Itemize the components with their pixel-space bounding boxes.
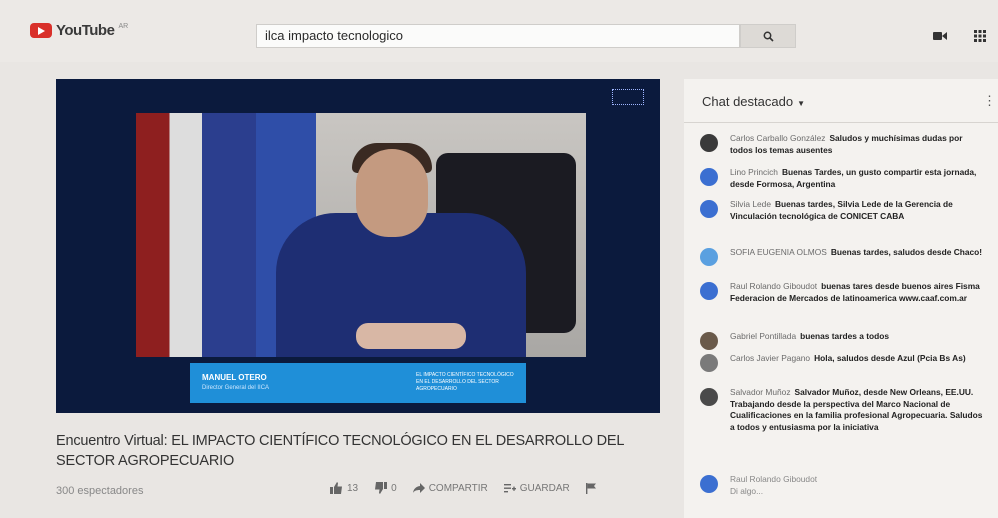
share-icon [412,483,425,493]
more-options-icon[interactable]: ⋮ [983,93,996,109]
chat-author: Silvia Lede [730,199,771,209]
chat-message: SOFIA EUGENIA OLMOS Buenas tardes, saludo… [700,247,986,266]
chat-input-placeholder[interactable]: Di algo... [730,486,817,498]
avatar [700,475,718,493]
apps-grid-icon[interactable] [972,28,988,44]
chevron-down-icon: ▼ [797,99,805,108]
flag-icon [585,482,596,494]
save-label: GUARDAR [519,482,570,494]
report-button[interactable] [585,482,596,494]
like-button[interactable]: 13 [330,482,358,494]
avatar [700,354,718,372]
chat-message: Carlos Carballo González Saludos y muchís… [700,133,986,156]
chat-text: Hola, saludos desde Azul (Pcia Bs As) [814,353,966,363]
top-bar: YouTube AR ilca impacto tecnologico [0,0,998,62]
share-button[interactable]: COMPARTIR [412,482,488,494]
video-player[interactable]: MANUEL OTERO Director General del IICA E… [56,79,660,413]
chat-author: Lino Princich [730,167,778,177]
avatar [700,332,718,350]
current-user-name: Raul Rolando Giboudot [730,474,818,484]
avatar [700,168,718,186]
create-video-icon[interactable] [932,28,948,44]
avatar [700,388,718,406]
chat-author: Salvador Muñoz [730,387,791,397]
speaker-hands [356,323,466,349]
chat-mode-dropdown[interactable]: Chat destacado ▼ [702,94,805,109]
like-count: 13 [347,482,359,494]
speaker-name: MANUEL OTERO [202,373,267,382]
lower-third-banner: MANUEL OTERO Director General del IICA E… [190,363,526,403]
broadcast-logo [612,89,644,105]
dislike-button[interactable]: 0 [374,482,397,494]
chat-message: Lino Princich Buenas Tardes, un gusto com… [700,167,986,190]
avatar [700,248,718,266]
chat-input-area[interactable]: Raul Rolando Giboudot Di algo... [700,474,817,497]
avatar [700,134,718,152]
chat-author: Carlos Carballo González [730,133,826,143]
chat-message: Silvia Lede Buenas tardes, Silvia Lede de… [700,199,986,222]
youtube-logo[interactable]: YouTube AR [30,22,128,39]
video-title: Encuentro Virtual: EL IMPACTO CIENTÍFICO… [56,433,624,469]
video-frame [136,113,586,357]
chat-author: Gabriel Pontillada [730,331,797,341]
flag-graphic [136,113,256,357]
share-label: COMPARTIR [428,482,488,494]
logo-country: AR [118,23,129,30]
thumbs-down-icon [375,482,388,494]
chat-message: Salvador Muñoz Salvador Muñoz, desde New … [700,387,986,433]
chat-author: SOFIA EUGENIA OLMOS [730,247,827,257]
avatar [700,282,718,300]
save-button[interactable]: GUARDAR [503,482,570,494]
speaker-role: Director General del IICA [202,385,270,391]
search-icon [763,31,774,42]
chat-author: Raul Rolando Giboudot [730,281,818,291]
event-caption: EL IMPACTO CIENTÍFICO TECNOLÓGICO EN EL … [416,372,514,392]
dislike-count: 0 [391,482,397,494]
thumbs-up-icon [330,482,342,494]
search-button[interactable] [740,24,796,48]
live-chat-panel: Chat destacado ▼ ⋮ Carlos Carballo Gonzál… [684,79,998,518]
logo-text: YouTube [56,22,115,39]
chat-message: Raul Rolando Giboudot buenas tares desde … [700,281,986,304]
viewer-count: 300 espectadores [56,485,144,497]
add-to-playlist-icon [503,484,516,493]
chat-title: Chat destacado [702,94,794,109]
play-logo-icon [30,23,52,38]
chat-message: Carlos Javier Pagano Hola, saludos desde … [700,353,986,372]
chat-text: buenas tardes a todos [800,331,889,341]
speaker-head [356,149,428,237]
chat-text: Buenas tardes, saludos desde Chaco! [830,247,983,257]
search-input[interactable]: ilca impacto tecnologico [256,24,740,48]
chat-message: Gabriel Pontillada buenas tardes a todos [700,331,986,350]
chat-author: Carlos Javier Pagano [730,353,811,363]
video-actions: 13 0 COMPARTIR GUARDAR [330,482,612,494]
avatar [700,200,718,218]
chat-header: Chat destacado ▼ ⋮ [684,79,998,123]
